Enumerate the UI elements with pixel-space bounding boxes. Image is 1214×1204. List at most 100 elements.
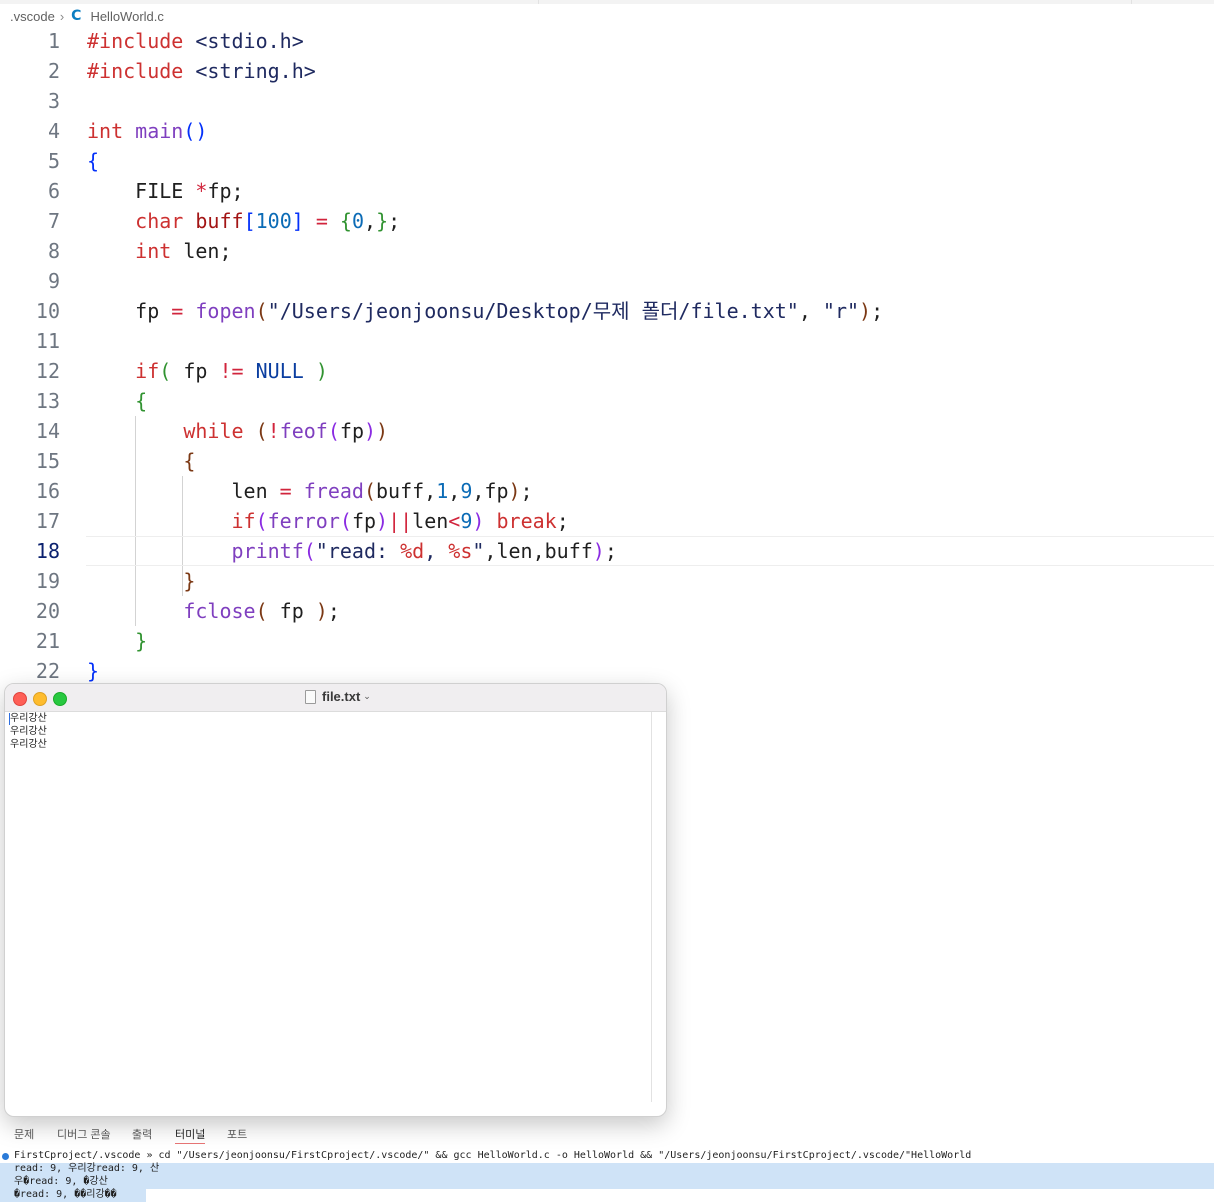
- code-line[interactable]: 22 }: [0, 656, 1214, 686]
- line-number: 20: [35, 599, 60, 623]
- code-text: int len;: [135, 239, 232, 263]
- line-number: 2: [47, 59, 60, 83]
- line-number: 18: [35, 539, 60, 563]
- terminal-output-line: read: 9, 우리강read: 9, 산: [14, 1163, 160, 1174]
- code-text: while (!feof(fp)): [183, 419, 389, 443]
- code-text: #include <string.h>: [87, 59, 316, 83]
- line-number: 22: [35, 659, 60, 683]
- line-number: 12: [35, 359, 60, 383]
- zoom-window-button[interactable]: [53, 692, 67, 706]
- text-cursor: [9, 713, 10, 725]
- code-line[interactable]: 20 fclose( fp );: [0, 596, 1214, 626]
- line-number: 6: [47, 179, 60, 203]
- terminal-output-line: 우�read: 9, �강산: [14, 1176, 108, 1187]
- code-editor[interactable]: 1 #include <stdio.h> 2 #include <string.…: [0, 26, 1214, 686]
- line-number: 14: [35, 419, 60, 443]
- code-line[interactable]: 2 #include <string.h>: [0, 56, 1214, 86]
- code-text: {: [87, 149, 100, 173]
- code-text: }: [183, 569, 196, 593]
- editor-tab-strip: [0, 0, 1214, 4]
- code-line[interactable]: 11: [0, 326, 1214, 356]
- code-text: {: [183, 449, 196, 473]
- terminal[interactable]: FirstCproject/.vscode » cd "/Users/jeonj…: [0, 1148, 1214, 1204]
- code-text: {: [135, 389, 148, 413]
- textedit-window[interactable]: file.txt ⌄ 우리강산 우리강산 우리강산: [4, 683, 667, 1117]
- code-line[interactable]: 3: [0, 86, 1214, 116]
- line-number: 4: [47, 119, 60, 143]
- line-number: 21: [35, 629, 60, 653]
- text-line: 우리강산: [10, 726, 47, 737]
- tab-output[interactable]: 출력: [132, 1126, 152, 1142]
- code-line[interactable]: 5 {: [0, 146, 1214, 176]
- code-line[interactable]: 21 }: [0, 626, 1214, 656]
- code-line[interactable]: 17 if(ferror(fp)||len<9) break;: [0, 506, 1214, 536]
- code-line[interactable]: 13 {: [0, 386, 1214, 416]
- line-number: 15: [35, 449, 60, 473]
- chevron-down-icon: ⌄: [363, 691, 371, 701]
- breadcrumb: .vscode › C HelloWorld.c: [10, 7, 164, 25]
- code-text: fclose( fp );: [183, 599, 340, 623]
- code-text: fp = fopen("/Users/jeonjoonsu/Desktop/무제…: [87, 299, 884, 323]
- code-text: FILE *fp;: [135, 179, 244, 203]
- code-line[interactable]: 7 char buff[100] = {0,};: [0, 206, 1214, 236]
- code-text: if( fp != NULL ): [135, 359, 328, 383]
- tab-problems[interactable]: 문제: [14, 1126, 34, 1142]
- line-number: 1: [47, 29, 60, 53]
- code-line[interactable]: 16 len = fread(buff,1,9,fp);: [0, 476, 1214, 506]
- code-line-current[interactable]: 18 printf("read: %d, %s",len,buff);: [0, 536, 1214, 566]
- line-number: 16: [35, 479, 60, 503]
- line-number: 7: [47, 209, 60, 233]
- code-text: }: [87, 659, 100, 683]
- window-titlebar[interactable]: file.txt ⌄: [5, 684, 666, 712]
- text-document[interactable]: 우리강산 우리강산 우리강산: [5, 712, 651, 1112]
- code-line[interactable]: 9: [0, 266, 1214, 296]
- text-line: 우리강산: [10, 713, 47, 724]
- code-text: printf("read: %d, %s",len,buff);: [231, 539, 617, 563]
- code-line[interactable]: 1 #include <stdio.h>: [0, 26, 1214, 56]
- terminal-command: FirstCproject/.vscode » cd "/Users/jeonj…: [14, 1150, 972, 1161]
- tab-ports[interactable]: 포트: [227, 1126, 247, 1142]
- terminal-selection: [0, 1163, 1214, 1189]
- vertical-scrollbar-track[interactable]: [651, 712, 652, 1102]
- code-text: char buff[100] = {0,};: [135, 209, 401, 233]
- line-number: 17: [35, 509, 60, 533]
- line-number: 10: [35, 299, 60, 323]
- code-line[interactable]: 15 {: [0, 446, 1214, 476]
- code-text: int main(): [87, 119, 208, 143]
- tab-terminal[interactable]: 터미널: [175, 1126, 206, 1144]
- breadcrumb-folder[interactable]: .vscode: [10, 9, 55, 24]
- line-number: 8: [47, 239, 60, 263]
- code-text: #include <stdio.h>: [87, 29, 304, 53]
- close-window-button[interactable]: [13, 692, 27, 706]
- terminal-output-line: �read: 9, ��리강��: [14, 1189, 117, 1200]
- code-text: }: [135, 629, 148, 653]
- line-number: 19: [35, 569, 60, 593]
- line-number: 9: [47, 269, 60, 293]
- code-text: len = fread(buff,1,9,fp);: [87, 479, 533, 503]
- tab-separator: [1131, 0, 1132, 4]
- window-title-text: file.txt: [322, 689, 361, 704]
- code-line[interactable]: 12 if( fp != NULL ): [0, 356, 1214, 386]
- window-title[interactable]: file.txt ⌄: [305, 689, 371, 704]
- chevron-right-icon: ›: [59, 8, 65, 24]
- code-line[interactable]: 14 while (!feof(fp)): [0, 416, 1214, 446]
- line-number: 5: [47, 149, 60, 173]
- command-status-icon[interactable]: [2, 1153, 9, 1160]
- document-icon: [305, 689, 316, 704]
- code-line[interactable]: 4 int main(): [0, 116, 1214, 146]
- line-number: 3: [47, 89, 60, 113]
- text-line: 우리강산: [10, 739, 47, 750]
- panel-tab-bar: 문제 디버그 콘솔 출력 터미널 포트: [0, 1120, 1214, 1146]
- code-line[interactable]: 8 int len;: [0, 236, 1214, 266]
- c-file-icon: C: [71, 8, 82, 24]
- line-number: 13: [35, 389, 60, 413]
- code-line[interactable]: 10 fp = fopen("/Users/jeonjoonsu/Desktop…: [0, 296, 1214, 326]
- code-text: if(ferror(fp)||len<9) break;: [231, 509, 569, 533]
- tab-debug-console[interactable]: 디버그 콘솔: [57, 1126, 111, 1142]
- code-line[interactable]: 6 FILE *fp;: [0, 176, 1214, 206]
- code-line[interactable]: 19 }: [0, 566, 1214, 596]
- line-number: 11: [35, 329, 60, 353]
- breadcrumb-file[interactable]: HelloWorld.c: [90, 9, 163, 24]
- tab-separator: [538, 0, 539, 4]
- minimize-window-button[interactable]: [33, 692, 47, 706]
